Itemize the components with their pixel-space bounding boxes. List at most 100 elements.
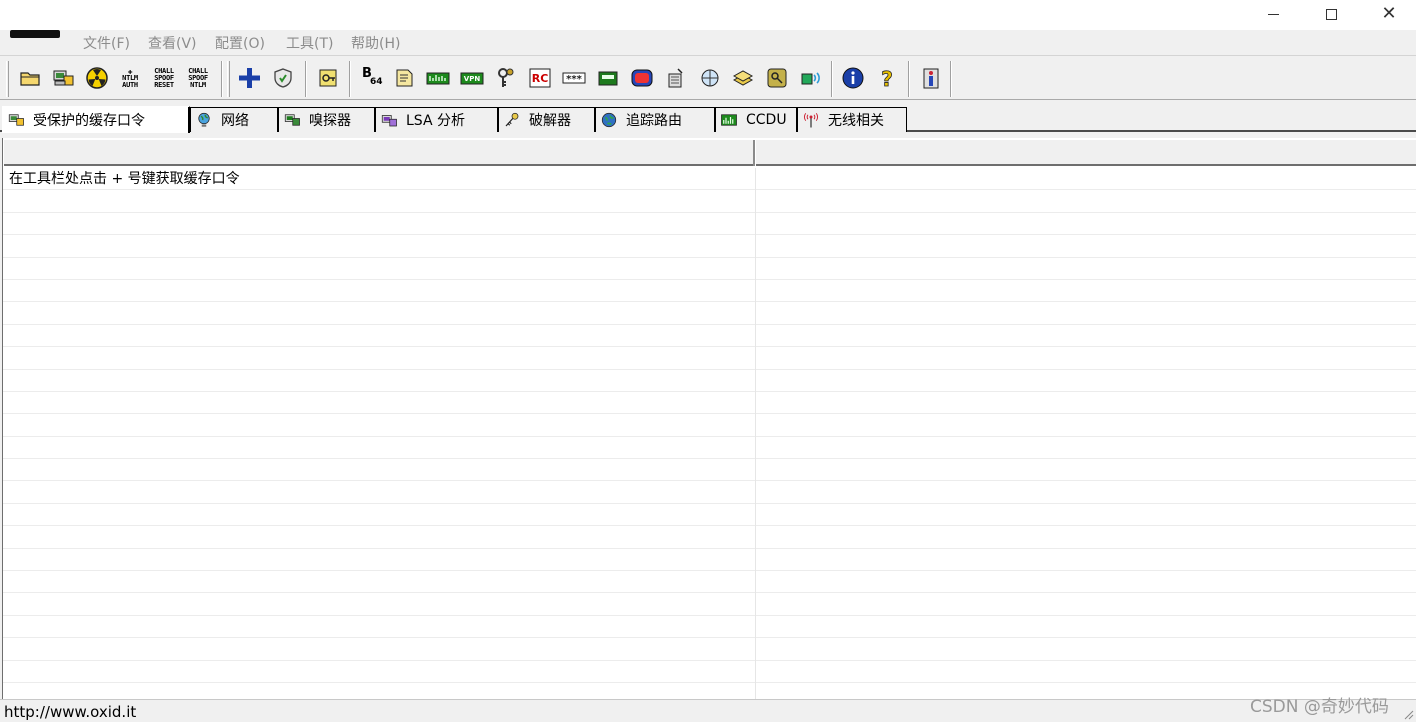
- list-row[interactable]: [3, 302, 1416, 325]
- resize-grip-icon[interactable]: [1402, 708, 1414, 720]
- chall-spoof-reset-icon: CHALL SPOOF RESET: [154, 67, 174, 89]
- status-url: http://www.oxid.it: [4, 703, 137, 721]
- tab-protected-storage[interactable]: 受保护的缓存口令: [2, 106, 190, 133]
- list-row[interactable]: [3, 235, 1416, 258]
- help-button[interactable]: ?: [874, 65, 900, 91]
- tab-network[interactable]: 网络: [190, 107, 278, 132]
- list-row[interactable]: [3, 325, 1416, 348]
- menu-help[interactable]: 帮助(H): [351, 33, 400, 53]
- lsa-icon: [380, 111, 398, 129]
- tab-lsa[interactable]: LSA 分析: [375, 107, 498, 132]
- shield-button[interactable]: [270, 65, 296, 91]
- notes-button[interactable]: [391, 65, 417, 91]
- ntlm-auth-icon: ✚ NTLM AUTH: [122, 66, 138, 89]
- lsa-button[interactable]: [315, 65, 341, 91]
- list-row[interactable]: [3, 481, 1416, 504]
- password-box-button[interactable]: ***: [561, 65, 587, 91]
- about-button[interactable]: [840, 65, 866, 91]
- tab-wireless[interactable]: 无线相关: [797, 107, 907, 132]
- tab-label: 嗅探器: [309, 113, 351, 129]
- keys-icon: [498, 68, 514, 87]
- cache-password-list[interactable]: 在工具栏处点击 + 号键获取缓存口令: [2, 138, 1416, 699]
- tab-sniffer[interactable]: 嗅探器: [278, 107, 375, 132]
- list-row[interactable]: [3, 571, 1416, 594]
- wireless-button[interactable]: [798, 65, 824, 91]
- list-row[interactable]: [3, 616, 1416, 639]
- database-button[interactable]: [730, 65, 756, 91]
- tab-ccdu[interactable]: CCDU: [715, 107, 797, 132]
- tab-label: 网络: [221, 113, 249, 129]
- key-chip-icon: [319, 69, 337, 87]
- svg-text:RC: RC: [532, 72, 549, 85]
- toolbar-separator: [908, 61, 910, 97]
- menu-configure[interactable]: 配置(O): [215, 33, 265, 53]
- open-folder-button[interactable]: [17, 65, 43, 91]
- cisco-button[interactable]: [663, 65, 689, 91]
- minimize-icon: [1267, 13, 1279, 15]
- status-bar: http://www.oxid.it: [0, 699, 1416, 722]
- list-row[interactable]: [3, 661, 1416, 683]
- box-revealer-button[interactable]: [697, 65, 723, 91]
- list-row[interactable]: [3, 437, 1416, 460]
- list-row[interactable]: [3, 347, 1416, 370]
- list-row[interactable]: [3, 593, 1416, 616]
- list-row[interactable]: [3, 213, 1416, 236]
- rc-button[interactable]: RC: [527, 65, 553, 91]
- maximize-icon: [1325, 8, 1337, 20]
- ntlm-auth-button[interactable]: ✚ NTLM AUTH: [117, 65, 143, 91]
- add-button[interactable]: [236, 65, 262, 91]
- list-row[interactable]: [3, 414, 1416, 437]
- radioactive-button[interactable]: [84, 65, 110, 91]
- toolbar-separator: [305, 61, 307, 97]
- key-button[interactable]: [764, 65, 790, 91]
- list-row[interactable]: [3, 392, 1416, 415]
- monitor-button[interactable]: [629, 65, 655, 91]
- list-row[interactable]: [3, 370, 1416, 392]
- exit-button[interactable]: [918, 65, 944, 91]
- radiation-icon: [86, 67, 108, 89]
- list-row[interactable]: [3, 526, 1416, 549]
- column-header-2[interactable]: [755, 140, 1416, 166]
- column-divider: [755, 168, 756, 699]
- toolbar-separator: [221, 61, 223, 97]
- monitor-icon: [631, 69, 653, 87]
- list-row[interactable]: [3, 190, 1416, 213]
- list-row[interactable]: [3, 280, 1416, 303]
- list-row[interactable]: [3, 504, 1416, 527]
- toolbar-grip[interactable]: [6, 61, 9, 97]
- books-icon: [732, 70, 754, 86]
- column-header-1[interactable]: [3, 140, 755, 166]
- maximize-button[interactable]: [1302, 0, 1360, 28]
- globe-route-icon: [600, 111, 618, 129]
- toolbar-grip[interactable]: [227, 61, 230, 97]
- keys-button[interactable]: [493, 65, 519, 91]
- hint-text: 在工具栏处点击 + 号键获取缓存口令: [9, 171, 240, 187]
- list-row[interactable]: [3, 258, 1416, 280]
- vpn-button[interactable]: VPN: [459, 65, 485, 91]
- menu-tools[interactable]: 工具(T): [286, 33, 333, 53]
- watermark: CSDN @奇妙代码: [1250, 697, 1389, 717]
- tab-traceroute[interactable]: 追踪路由: [595, 107, 715, 132]
- toolbar-separator: [950, 61, 952, 97]
- wep-button[interactable]: [425, 65, 451, 91]
- tab-label: CCDU: [746, 112, 787, 128]
- chall-spoof-reset-line3: RESET: [154, 80, 174, 89]
- list-row[interactable]: [3, 638, 1416, 661]
- tab-label: 破解器: [529, 113, 571, 129]
- list-row[interactable]: [3, 549, 1416, 572]
- note-icon: [396, 69, 413, 87]
- tab-cracker[interactable]: 破解器: [498, 107, 595, 132]
- menu-view[interactable]: 查看(V): [148, 33, 197, 53]
- minimize-button[interactable]: [1244, 0, 1302, 28]
- hash-calc-button[interactable]: [595, 65, 621, 91]
- network-cache-button[interactable]: [50, 65, 76, 91]
- list-row[interactable]: 在工具栏处点击 + 号键获取缓存口令: [3, 168, 1416, 191]
- base64-button[interactable]: B 64: [358, 65, 384, 91]
- rc-icon: RC: [529, 68, 551, 88]
- list-row[interactable]: [3, 459, 1416, 482]
- menu-file[interactable]: 文件(F): [83, 33, 130, 53]
- chall-spoof-ntlm-button[interactable]: CHALL SPOOF NTLM: [185, 65, 211, 91]
- chall-spoof-reset-button[interactable]: CHALL SPOOF RESET: [151, 65, 177, 91]
- wireless-icon: [801, 72, 820, 85]
- close-button[interactable]: ✕: [1360, 0, 1416, 28]
